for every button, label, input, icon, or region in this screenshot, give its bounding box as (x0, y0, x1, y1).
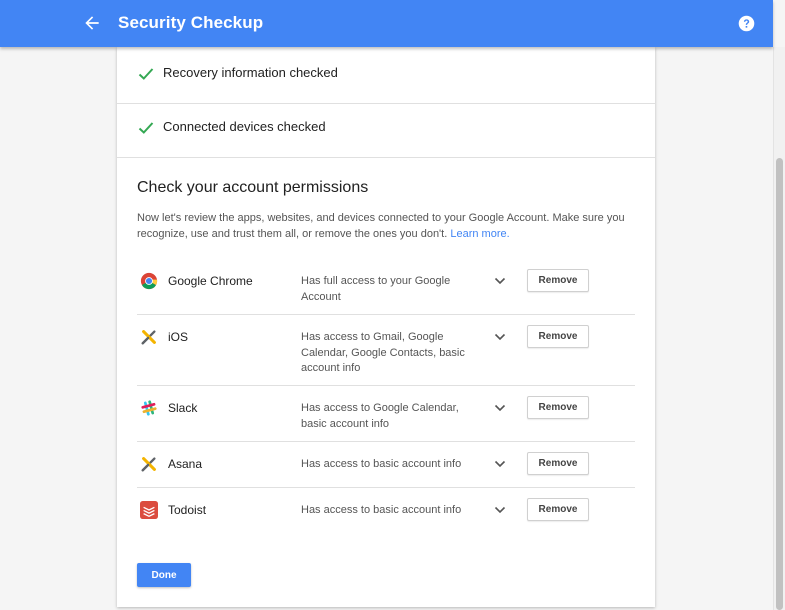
remove-button[interactable]: Remove (527, 452, 589, 475)
chevron-down-icon[interactable] (494, 460, 506, 468)
remove-button[interactable]: Remove (527, 269, 589, 292)
remove-button[interactable]: Remove (527, 325, 589, 348)
app-access-description: Has access to Google Calendar, basic acc… (301, 402, 459, 430)
remove-button[interactable]: Remove (527, 498, 589, 521)
permission-row-chrome: Google Chrome Has full access to your Go… (137, 259, 635, 315)
ios-app-icon (141, 330, 156, 345)
scrollbar-thumb[interactable] (776, 158, 783, 610)
check-row-devices: Connected devices checked (117, 101, 655, 158)
permission-row-slack: Slack Has access to Google Calendar, bas… (137, 386, 635, 442)
app-access-description: Has access to basic account info (301, 458, 462, 470)
chrome-icon (140, 272, 158, 290)
app-name: Slack (168, 401, 198, 415)
permission-row-ios: iOS Has access to Gmail, Google Calendar… (137, 315, 635, 386)
chevron-down-icon[interactable] (494, 506, 506, 514)
permission-row-asana: Asana Has access to basic account info R… (137, 442, 635, 488)
description-text: Now let's review the apps, websites, and… (137, 212, 625, 240)
app-name: Google Chrome (168, 274, 253, 288)
permission-row-todoist: Todoist Has access to basic account info… (137, 488, 635, 533)
check-label: Connected devices checked (163, 119, 326, 134)
app-access-description: Has access to Gmail, Google Calendar, Go… (301, 331, 465, 374)
check-label: Recovery information checked (163, 65, 338, 80)
arrow-left-icon[interactable] (82, 13, 102, 33)
chevron-down-icon[interactable] (494, 277, 506, 285)
checkmark-icon (138, 68, 154, 80)
learn-more-link[interactable]: Learn more. (450, 228, 509, 240)
security-checkup-card: Recovery information checked Connected d… (117, 47, 655, 607)
help-circle-icon[interactable] (738, 15, 755, 32)
app-header: Security Checkup (0, 0, 773, 47)
asana-app-icon (141, 457, 156, 472)
checkmark-icon (138, 122, 154, 134)
section-title: Check your account permissions (137, 179, 369, 196)
todoist-icon (140, 501, 158, 519)
app-access-description: Has full access to your Google Account (301, 275, 451, 303)
app-name: Todoist (168, 503, 207, 517)
section-description: Now let's review the apps, websites, and… (137, 210, 637, 242)
chevron-down-icon[interactable] (494, 404, 506, 412)
done-button[interactable]: Done (137, 563, 191, 587)
check-row-recovery: Recovery information checked (117, 47, 655, 104)
app-name: Asana (168, 457, 203, 471)
permissions-list: Google Chrome Has full access to your Go… (137, 259, 635, 533)
remove-button[interactable]: Remove (527, 396, 589, 419)
slack-icon (141, 400, 157, 416)
app-access-description: Has access to basic account info (301, 504, 462, 516)
page-title: Security Checkup (118, 13, 264, 32)
app-name: iOS (168, 330, 189, 344)
chevron-down-icon[interactable] (494, 333, 506, 341)
